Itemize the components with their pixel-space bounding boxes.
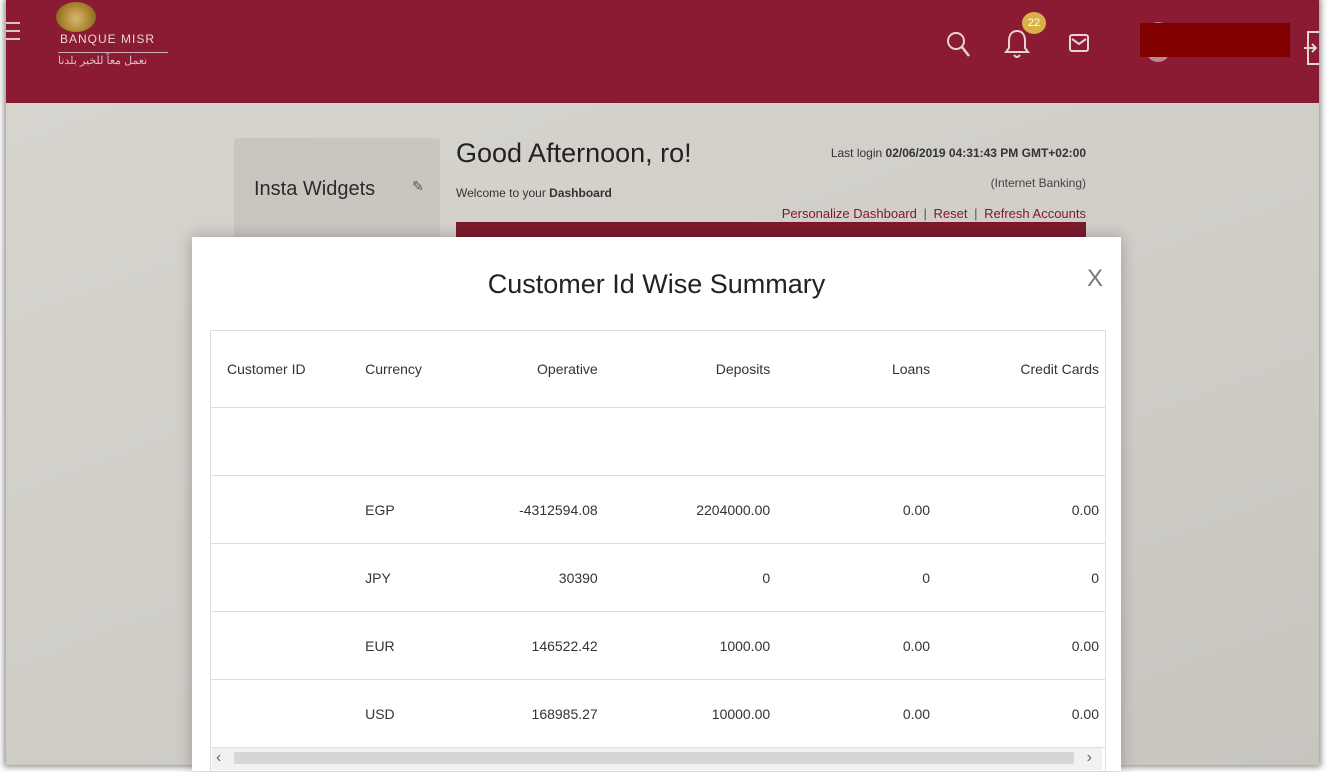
cell-deposits: 1000.00	[603, 611, 777, 680]
bank-logo-text: BANQUE MISR	[60, 32, 156, 46]
scroll-left-arrow-icon[interactable]: ‹	[216, 749, 221, 767]
table-row: EGP -4312594.08 2204000.00 0.00 0.00	[211, 475, 1105, 544]
reset-link[interactable]: Reset	[934, 206, 968, 221]
cell-credit-cards: 0.00	[936, 611, 1105, 680]
cell-customer-id	[211, 611, 348, 680]
cell-deposits: 0	[603, 543, 777, 612]
last-login-value: 02/06/2019 04:31:43 PM GMT+02:00	[885, 146, 1086, 160]
notification-bell-icon[interactable]	[1004, 28, 1030, 60]
column-header-customer-id: Customer ID	[211, 331, 348, 408]
last-login-label: Last login	[830, 146, 883, 160]
close-icon[interactable]: X	[1087, 265, 1103, 293]
login-channel: (Internet Banking)	[990, 176, 1086, 190]
column-header-currency: Currency	[347, 331, 458, 408]
edit-icon[interactable]: ✎	[412, 178, 424, 195]
cell-loans: 0.00	[776, 475, 937, 544]
scroll-right-arrow-icon[interactable]: ›	[1087, 749, 1092, 767]
column-header-operative: Operative	[457, 331, 604, 408]
mail-icon[interactable]	[1068, 32, 1090, 54]
welcome-prefix: Welcome to your	[456, 186, 546, 200]
cell-customer-id	[211, 475, 348, 544]
cell-operative: -4312594.08	[457, 475, 604, 544]
search-icon[interactable]	[946, 30, 972, 60]
logout-icon[interactable]	[1304, 30, 1319, 66]
dashboard-links: Personalize Dashboard | Reset | Refresh …	[766, 206, 1086, 221]
top-navigation-bar: BANQUE MISR نعمل معاً للخير بلدنا 22	[6, 0, 1319, 103]
refresh-accounts-link[interactable]: Refresh Accounts	[984, 206, 1086, 221]
cell-currency: EGP	[347, 475, 458, 544]
table-row: USD 168985.27 10000.00 0.00 0.00	[211, 679, 1105, 748]
table-row-empty	[211, 407, 1105, 476]
cell-customer-id	[211, 543, 348, 612]
table-header-row: Customer ID Currency Operative Deposits …	[211, 331, 1105, 408]
column-header-loans: Loans	[776, 331, 937, 408]
cell-operative: 146522.42	[457, 611, 604, 680]
menu-icon[interactable]	[6, 22, 20, 46]
cell-customer-id	[211, 679, 348, 748]
table-row: EUR 146522.42 1000.00 0.00 0.00	[211, 611, 1105, 680]
cell-credit-cards: 0	[936, 543, 1105, 612]
cell-operative: 30390	[457, 543, 604, 612]
cell-credit-cards: 0.00	[936, 475, 1105, 544]
bank-logo-arabic-text: نعمل معاً للخير بلدنا	[58, 52, 168, 67]
insta-widgets-title: Insta Widgets	[254, 178, 376, 200]
last-login-info: Last login 02/06/2019 04:31:43 PM GMT+02…	[806, 146, 1086, 160]
cell-loans: 0	[776, 543, 937, 612]
cell-operative: 168985.27	[457, 679, 604, 748]
empty-cell	[211, 407, 1105, 476]
table-row: JPY 30390 0 0 0	[211, 543, 1105, 612]
notification-count-badge: 22	[1022, 12, 1046, 34]
redacted-username	[1140, 23, 1290, 57]
link-separator: |	[974, 206, 978, 221]
link-separator: |	[923, 206, 927, 221]
column-header-deposits: Deposits	[603, 331, 777, 408]
cell-loans: 0.00	[776, 611, 937, 680]
scrollbar-thumb[interactable]	[234, 752, 1074, 764]
cell-deposits: 10000.00	[603, 679, 777, 748]
greeting-heading: Good Afternoon, ro!	[456, 138, 692, 168]
welcome-text: Welcome to your Dashboard	[456, 186, 612, 200]
column-header-credit-cards: Credit Cards	[936, 331, 1105, 408]
horizontal-scrollbar[interactable]: ‹ ›	[212, 747, 1102, 770]
bank-logo-emblem	[56, 2, 96, 32]
cell-currency: USD	[347, 679, 458, 748]
cell-currency: JPY	[347, 543, 458, 612]
summary-table: Customer ID Currency Operative Deposits …	[211, 331, 1105, 748]
cell-currency: EUR	[347, 611, 458, 680]
cell-credit-cards: 0.00	[936, 679, 1105, 748]
cell-deposits: 2204000.00	[603, 475, 777, 544]
summary-table-container: Customer ID Currency Operative Deposits …	[210, 330, 1106, 772]
modal-title: Customer Id Wise Summary	[487, 269, 826, 299]
customer-summary-modal: Customer Id Wise Summary X Customer ID C…	[192, 237, 1121, 772]
personalize-dashboard-link[interactable]: Personalize Dashboard	[782, 206, 917, 221]
cell-loans: 0.00	[776, 679, 937, 748]
welcome-dashboard-word: Dashboard	[549, 186, 612, 200]
